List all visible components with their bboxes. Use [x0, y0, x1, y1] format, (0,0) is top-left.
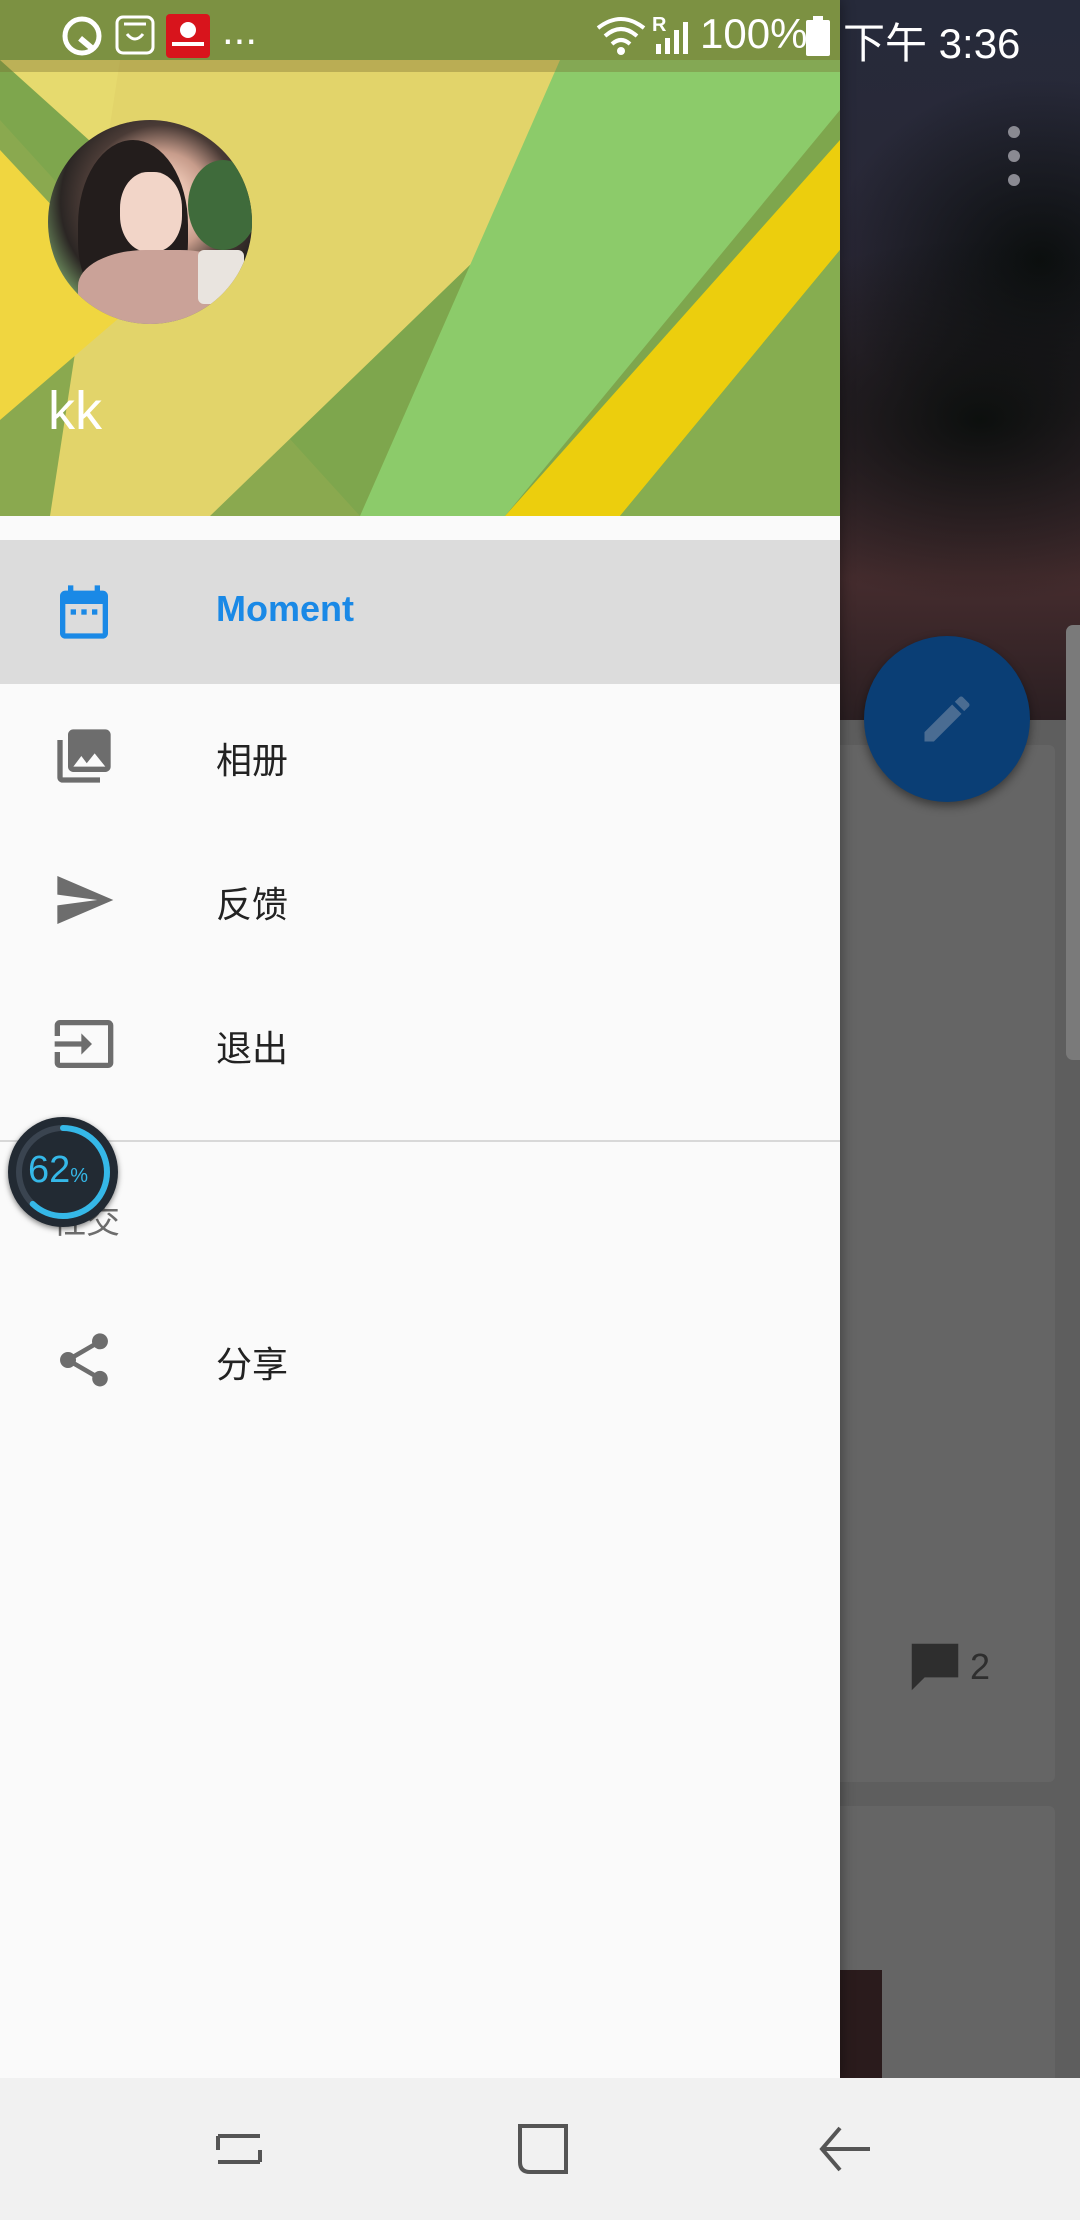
signal-icon [656, 22, 688, 54]
memory-percent: 62% [28, 1149, 89, 1191]
edge-panel-handle[interactable] [1066, 625, 1080, 1060]
compose-fab[interactable] [864, 636, 1030, 802]
menu-item-logout[interactable]: 退出 [0, 972, 840, 1116]
shopping-bag-icon [115, 15, 155, 55]
more-notifications-indicator: ... [222, 6, 258, 53]
menu-item-label: Moment [216, 588, 354, 629]
overflow-menu-icon[interactable] [996, 126, 1032, 186]
calendar-icon [60, 585, 108, 639]
home-icon[interactable] [508, 2114, 578, 2184]
battery-percent: 100% [700, 10, 808, 57]
qq-browser-icon [62, 16, 102, 56]
menu-item-label: 退出 [216, 1028, 289, 1069]
memory-usage-widget[interactable]: 62% [8, 1117, 118, 1227]
comment-icon[interactable] [904, 1636, 966, 1698]
drawer-header: kk [0, 0, 840, 516]
menu-item-moment[interactable]: Moment [0, 540, 840, 684]
menu-item-label: 反馈 [216, 884, 289, 925]
menu-item-album[interactable]: 相册 [0, 684, 840, 828]
menu-item-label: 相册 [216, 740, 289, 781]
navigation-drawer: kk Moment 相册 反馈 退出 社交 分享 [0, 0, 840, 2078]
battery-icon [806, 16, 830, 56]
back-icon[interactable] [810, 2114, 880, 2184]
username: kk [48, 381, 102, 441]
red-app-icon [166, 14, 210, 58]
navigation-bar [0, 2078, 1080, 2220]
recents-icon[interactable] [204, 2114, 274, 2184]
user-avatar[interactable] [48, 120, 252, 324]
menu-divider [0, 1140, 840, 1142]
exit-icon [54, 1020, 114, 1068]
comment-count: 2 [970, 1646, 991, 1687]
pencil-icon [924, 696, 970, 742]
menu-item-label: 分享 [216, 1344, 289, 1385]
send-icon [57, 876, 114, 924]
clock: 下午 3:36 [843, 20, 1021, 67]
status-bar: ... R 100% 下午 3:36 [0, 0, 1080, 72]
menu-item-share[interactable]: 分享 [0, 1288, 840, 1432]
share-icon [60, 1333, 108, 1387]
wifi-icon [596, 17, 646, 55]
photo-library-icon [57, 729, 111, 783]
menu-item-feedback[interactable]: 反馈 [0, 828, 840, 972]
